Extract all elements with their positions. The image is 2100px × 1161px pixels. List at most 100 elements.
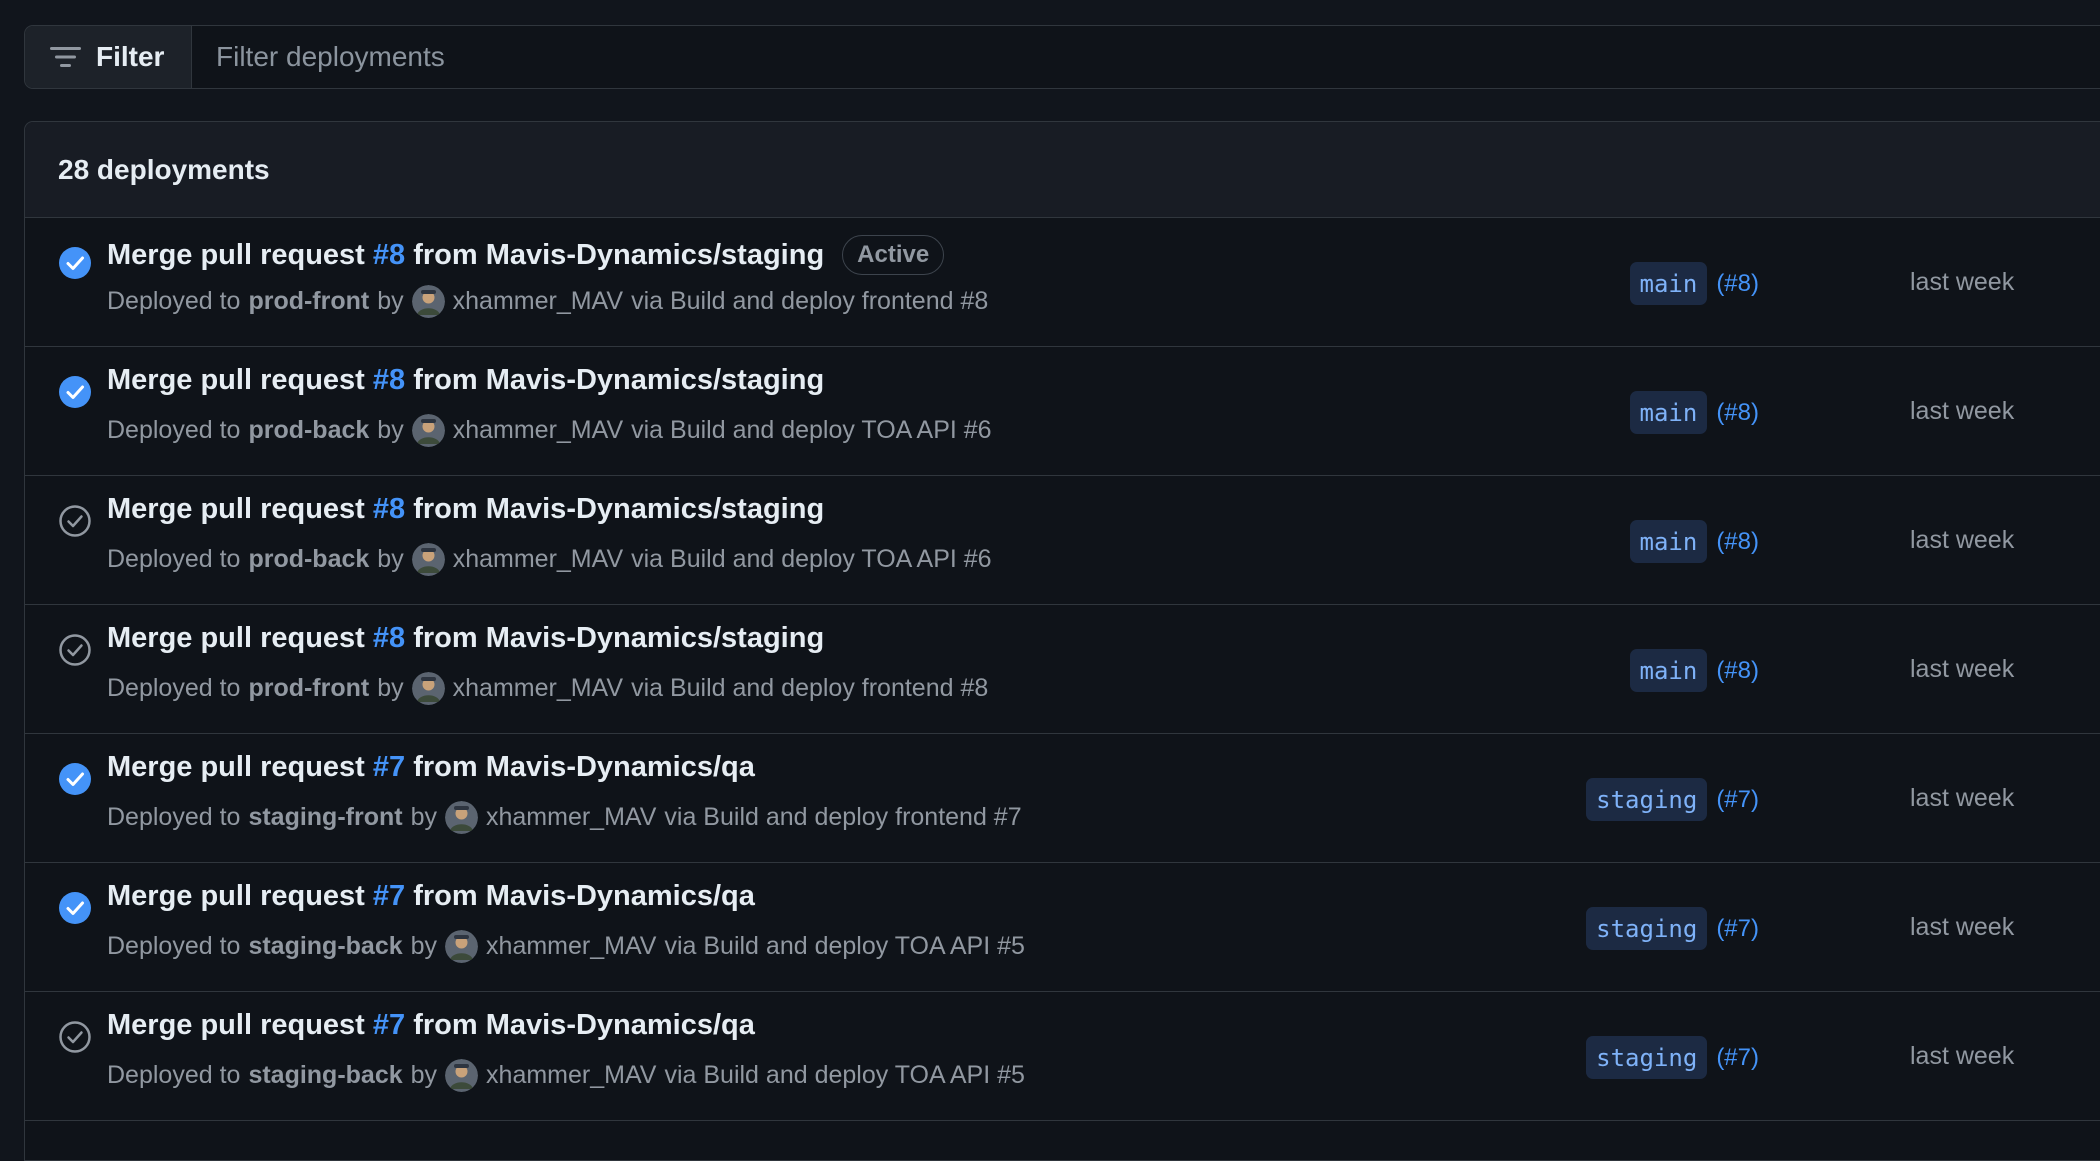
deployed-to-label: Deployed to [107, 674, 241, 702]
environment-name[interactable]: prod-back [248, 545, 369, 574]
pr-number: #7 [372, 1009, 406, 1041]
ref-group: main (#8) [1629, 520, 1759, 563]
environment-name[interactable]: prod-front [248, 287, 369, 316]
pr-reference-link[interactable]: (#7) [1716, 915, 1759, 943]
title-prefix: Merge pull request [107, 1009, 373, 1041]
deployer-username[interactable]: xhammer_MAV [486, 1061, 656, 1090]
deployment-title-line: Merge pull request #7 from Mavis-Dynamic… [107, 880, 755, 913]
pr-number: #8 [372, 364, 406, 396]
deployment-title-line: Merge pull request #8 from Mavis-Dynamic… [107, 622, 824, 655]
filter-button[interactable]: Filter [25, 26, 192, 88]
deployments-list: Merge pull request #8 from Mavis-Dynamic… [25, 218, 2100, 1121]
pr-reference-link[interactable]: (#8) [1716, 528, 1759, 556]
check-circle-fill-icon [58, 891, 92, 925]
deployed-to-label: Deployed to [107, 803, 241, 831]
pr-number: #8 [372, 622, 406, 654]
title-suffix: from Mavis-Dynamics/staging [405, 364, 825, 396]
check-circle-fill-icon [58, 375, 92, 409]
deployment-row: Merge pull request #8 from Mavis-Dynamic… [25, 476, 2100, 605]
check-circle-fill-icon [58, 246, 92, 280]
deployer-username[interactable]: xhammer_MAV [486, 932, 656, 961]
title-suffix: from Mavis-Dynamics/qa [405, 751, 755, 783]
ref-group: staging (#7) [1586, 907, 1759, 950]
deployments-box: 28 deployments Merge pull request #8 fro… [24, 121, 2100, 1161]
filter-deployments-input[interactable] [192, 26, 2100, 88]
avatar[interactable] [411, 285, 445, 318]
deployer-username[interactable]: xhammer_MAV [453, 674, 623, 703]
avatar[interactable] [411, 543, 445, 576]
pr-number: #8 [372, 238, 406, 271]
deployer-username[interactable]: xhammer_MAV [453, 287, 623, 316]
branch-label[interactable]: staging [1586, 778, 1708, 821]
pr-reference-link[interactable]: (#7) [1716, 786, 1759, 814]
deployment-title-link[interactable]: Merge pull request #7 from Mavis-Dynamic… [107, 880, 755, 913]
title-prefix: Merge pull request [107, 880, 373, 912]
branch-label[interactable]: staging [1586, 1036, 1708, 1079]
by-label: by [410, 932, 438, 960]
pr-reference-link[interactable]: (#7) [1716, 1044, 1759, 1072]
title-prefix: Merge pull request [107, 493, 373, 525]
deployed-to-label: Deployed to [107, 545, 241, 573]
deployer-username[interactable]: xhammer_MAV [486, 803, 656, 832]
deployed-to-label: Deployed to [107, 1061, 241, 1089]
deployment-row: Merge pull request #8 from Mavis-Dynamic… [25, 605, 2100, 734]
deployment-title-link[interactable]: Merge pull request #7 from Mavis-Dynamic… [107, 751, 755, 784]
deployment-details: Deployed to staging-front by xhammer_MAV via… [107, 801, 1022, 834]
avatar[interactable] [445, 1059, 479, 1092]
filter-button-label: Filter [96, 41, 165, 72]
deployment-details: Deployed to prod-front by xhammer_MAV via Bu… [107, 672, 988, 705]
deployment-title-link[interactable]: Merge pull request #8 from Mavis-Dynamic… [107, 239, 824, 272]
deployment-title-link[interactable]: Merge pull request #7 from Mavis-Dynamic… [107, 1009, 755, 1042]
deployer-username[interactable]: xhammer_MAV [453, 545, 623, 574]
branch-label[interactable]: staging [1586, 907, 1708, 950]
workflow-run-text: via Build and deploy frontend #8 [631, 287, 989, 315]
environment-name[interactable]: prod-back [248, 416, 369, 445]
deployment-title-link[interactable]: Merge pull request #8 from Mavis-Dynamic… [107, 493, 824, 526]
filter-bar: Filter [24, 25, 2100, 89]
branch-label[interactable]: main [1629, 649, 1708, 692]
pr-reference-link[interactable]: (#8) [1716, 657, 1759, 685]
pr-reference-link[interactable]: (#8) [1716, 399, 1759, 427]
deployment-title-line: Merge pull request #8 from Mavis-Dynamic… [107, 235, 945, 275]
environment-name[interactable]: staging-back [248, 1061, 402, 1090]
deployed-to-label: Deployed to [107, 287, 241, 315]
avatar[interactable] [411, 414, 445, 447]
title-suffix: from Mavis-Dynamics/staging [405, 238, 825, 271]
deployment-time: last week [1910, 526, 2015, 554]
title-suffix: from Mavis-Dynamics/staging [405, 622, 825, 654]
deployment-row: Merge pull request #7 from Mavis-Dynamic… [25, 863, 2100, 992]
branch-label[interactable]: main [1629, 520, 1708, 563]
deployment-title-link[interactable]: Merge pull request #8 from Mavis-Dynamic… [107, 364, 824, 397]
environment-name[interactable]: staging-back [248, 932, 402, 961]
pr-reference-link[interactable]: (#8) [1716, 270, 1759, 298]
deployment-title-line: Merge pull request #7 from Mavis-Dynamic… [107, 1009, 755, 1042]
workflow-run-text: via Build and deploy frontend #7 [664, 803, 1022, 831]
title-prefix: Merge pull request [107, 238, 373, 271]
avatar[interactable] [444, 801, 478, 834]
check-circle-outline-icon [58, 633, 92, 667]
deployment-row: Merge pull request #8 from Mavis-Dynamic… [25, 347, 2100, 476]
deployment-time: last week [1910, 784, 2015, 812]
deployer-username[interactable]: xhammer_MAV [453, 416, 623, 445]
branch-label[interactable]: main [1629, 391, 1708, 434]
avatar[interactable] [445, 930, 479, 963]
deployment-title-link[interactable]: Merge pull request #8 from Mavis-Dynamic… [107, 622, 824, 655]
ref-group: staging (#7) [1586, 1036, 1759, 1079]
deployment-time: last week [1910, 268, 2015, 296]
title-suffix: from Mavis-Dynamics/staging [405, 493, 825, 525]
deployed-to-label: Deployed to [107, 932, 241, 960]
environment-name[interactable]: staging-front [248, 803, 402, 832]
deployment-row: Merge pull request #7 from Mavis-Dynamic… [25, 734, 2100, 863]
ref-group: main (#8) [1629, 649, 1759, 692]
avatar[interactable] [411, 672, 445, 705]
environment-name[interactable]: prod-front [248, 674, 369, 703]
deployment-details: Deployed to prod-back by xhammer_MAV via Bui… [107, 414, 992, 447]
active-badge: Active [842, 235, 945, 275]
branch-label[interactable]: main [1629, 262, 1708, 305]
by-label: by [410, 803, 437, 831]
deployment-details: Deployed to prod-back by xhammer_MAV via Bui… [107, 543, 992, 576]
deployment-title-line: Merge pull request #8 from Mavis-Dynamic… [107, 364, 824, 397]
title-prefix: Merge pull request [107, 751, 373, 783]
ref-group: staging (#7) [1586, 778, 1759, 821]
workflow-run-text: via Build and deploy frontend #8 [631, 674, 989, 702]
